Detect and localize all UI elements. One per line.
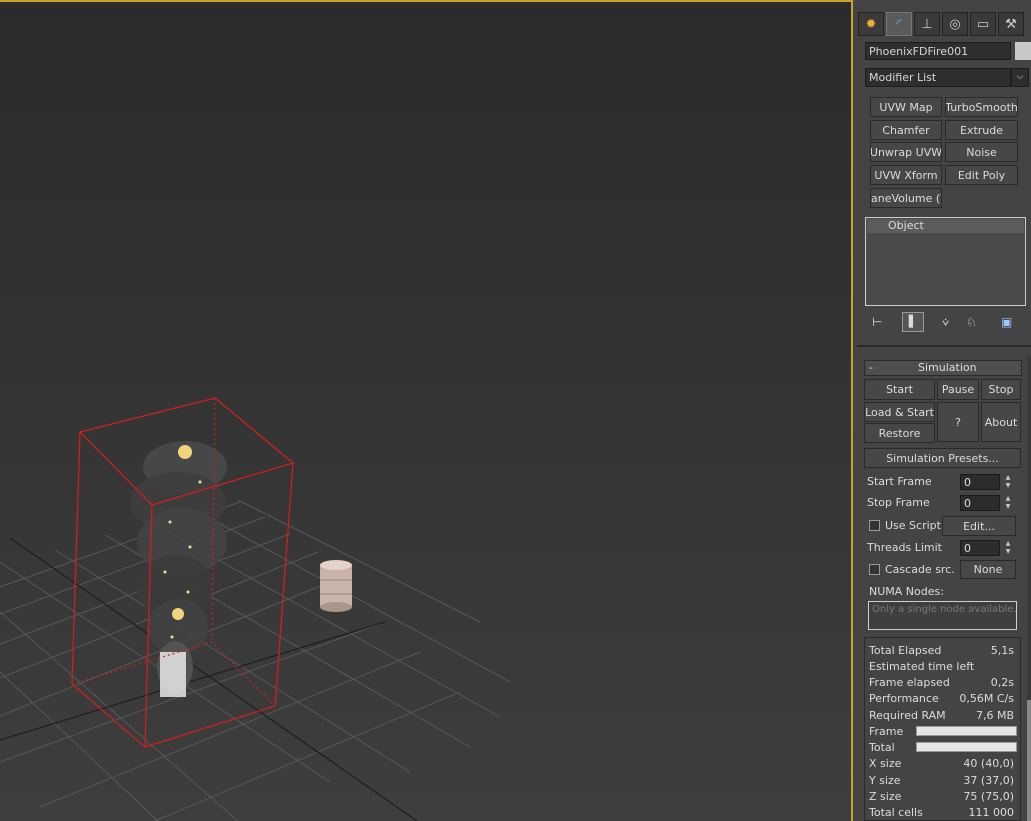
start-button[interactable]: Start: [864, 379, 935, 400]
modifier-noise-button[interactable]: Noise: [945, 142, 1018, 162]
frame-progress-bar: [916, 726, 1017, 736]
use-script-label: Use Script: [885, 519, 941, 532]
performance-label: Performance: [869, 692, 939, 705]
cascade-source-label: Cascade src.: [885, 563, 955, 576]
total-elapsed-value: 5,1s: [990, 644, 1014, 657]
sun-icon: ✹: [865, 16, 877, 32]
start-frame-label: Start Frame: [867, 475, 932, 488]
viewport-scene: [0, 397, 511, 821]
modifier-unwrap-uvw-button[interactable]: Unwrap UVW: [870, 142, 942, 162]
help-button[interactable]: ?: [937, 402, 979, 442]
total-progress-label: Total: [869, 741, 895, 754]
start-frame-spinner[interactable]: 0 ▲ ▼: [960, 474, 1016, 490]
make-unique-icon[interactable]: ⩒: [942, 315, 949, 330]
estimated-time-label: Estimated time left: [869, 660, 975, 673]
frame-elapsed-value: 0,2s: [990, 676, 1014, 689]
simulation-presets-button[interactable]: Simulation Presets...: [864, 448, 1021, 468]
modifier-chamfer-button[interactable]: Chamfer: [870, 120, 942, 140]
frame-elapsed-label: Frame elapsed: [869, 676, 950, 689]
hierarchy-icon: ⊥: [921, 16, 933, 32]
y-size-value: 37 (37,0): [963, 774, 1014, 787]
stop-button[interactable]: Stop: [981, 379, 1021, 400]
threads-limit-label: Threads Limit: [867, 541, 942, 554]
hammer-icon: ⚒: [1005, 16, 1017, 32]
x-size-value: 40 (40,0): [963, 757, 1014, 770]
object-name-field[interactable]: PhoenixFDFire001: [865, 42, 1011, 60]
load-and-start-button[interactable]: Load & Start: [864, 402, 935, 422]
about-button[interactable]: About: [981, 402, 1021, 442]
modifier-turbosmooth-button[interactable]: TurboSmooth: [945, 97, 1018, 117]
modifier-planevolume-button[interactable]: aneVolume (W: [870, 188, 942, 208]
total-elapsed-label: Total Elapsed: [869, 644, 942, 657]
object-color-swatch[interactable]: [1015, 42, 1031, 60]
spinner-arrows-icon[interactable]: ▲ ▼: [1003, 495, 1013, 511]
total-cells-value: 111 000: [968, 806, 1015, 819]
cascade-source-pick-button[interactable]: None: [960, 560, 1016, 579]
modifier-uvw-map-button[interactable]: UVW Map: [870, 97, 942, 117]
numa-nodes-list[interactable]: Only a single node available.: [868, 601, 1017, 630]
stop-frame-spinner[interactable]: 0 ▲ ▼: [960, 495, 1016, 511]
frame-progress-label: Frame: [869, 725, 904, 738]
display-tab[interactable]: ▭: [970, 12, 996, 36]
cascade-source-checkbox[interactable]: [869, 564, 880, 575]
numa-nodes-label: NUMA Nodes:: [869, 585, 944, 598]
modifier-edit-poly-button[interactable]: Edit Poly: [945, 165, 1018, 185]
curve-icon: ◜: [896, 16, 902, 32]
performance-value: 0,56M C/s: [959, 692, 1014, 705]
use-script-checkbox[interactable]: [869, 520, 880, 531]
utilities-tab[interactable]: ⚒: [998, 12, 1024, 36]
rollout-collapse-icon[interactable]: -: [869, 361, 873, 374]
barrel-object[interactable]: [320, 560, 352, 612]
show-end-result-icon[interactable]: ▌: [902, 312, 924, 332]
restore-button[interactable]: Restore: [864, 423, 935, 443]
modifier-extrude-button[interactable]: Extrude: [945, 120, 1018, 140]
modifier-list-dropdown[interactable]: Modifier List: [865, 68, 1011, 87]
z-size-label: Z size: [869, 790, 902, 803]
modifier-uvw-xform-button[interactable]: UVW Xform: [870, 165, 942, 185]
monitor-icon: ▭: [976, 16, 990, 32]
motion-tab[interactable]: ◎: [942, 12, 968, 36]
y-size-label: Y size: [869, 774, 901, 787]
motion-icon: ◎: [949, 16, 961, 32]
required-ram-value: 7,6 MB: [975, 709, 1014, 722]
threads-limit-spinner[interactable]: 0 ▲ ▼: [960, 540, 1016, 556]
required-ram-label: Required RAM: [869, 709, 946, 722]
hierarchy-tab[interactable]: ⊥: [914, 12, 940, 36]
spinner-arrows-icon[interactable]: ▲ ▼: [1003, 474, 1013, 490]
x-size-label: X size: [869, 757, 902, 770]
configure-sets-icon[interactable]: ▣: [1001, 315, 1012, 329]
threads-limit-input[interactable]: 0: [960, 540, 1000, 556]
chevron-down-icon[interactable]: ⌵: [1011, 68, 1029, 87]
stop-frame-label: Stop Frame: [867, 496, 930, 509]
z-size-value: 75 (75,0): [963, 790, 1014, 803]
spinner-arrows-icon[interactable]: ▲ ▼: [1003, 540, 1013, 556]
modify-tab[interactable]: ◜: [886, 12, 912, 36]
panel-scrollbar-thumb[interactable]: [1027, 700, 1031, 821]
total-progress-bar: [916, 742, 1017, 752]
perspective-viewport[interactable]: [0, 0, 853, 821]
start-frame-input[interactable]: 0: [960, 474, 1000, 490]
stop-frame-input[interactable]: 0: [960, 495, 1000, 511]
create-tab[interactable]: ✹: [858, 12, 884, 36]
pause-button[interactable]: Pause: [937, 379, 979, 400]
pin-stack-icon[interactable]: ⊢: [872, 315, 882, 329]
remove-modifier-icon[interactable]: ♘: [966, 315, 977, 329]
simulation-rollout-title: Simulation: [918, 361, 977, 374]
panel-divider: [857, 345, 1031, 347]
edit-script-button[interactable]: Edit...: [942, 516, 1016, 536]
total-cells-label: Total cells: [869, 806, 923, 819]
stack-item-object[interactable]: Object: [867, 219, 1024, 233]
